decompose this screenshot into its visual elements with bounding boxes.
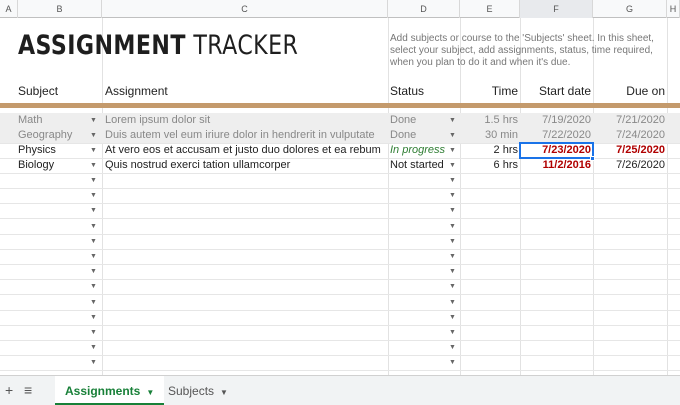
dropdown-arrow-icon[interactable]: ▼ [90, 143, 97, 158]
dropdown-arrow-icon[interactable]: ▼ [90, 249, 97, 264]
due-date-cell[interactable]: 7/21/2020 [595, 113, 665, 128]
empty-row[interactable]: ▼▼ [0, 325, 680, 341]
empty-row[interactable]: ▼▼ [0, 173, 680, 189]
start-date-cell[interactable]: 7/22/2020 [522, 128, 591, 143]
selected-cell-outline [519, 142, 594, 159]
all-sheets-icon[interactable]: ≡ [24, 382, 32, 398]
dropdown-arrow-icon[interactable]: ▼ [90, 264, 97, 279]
due-date-cell[interactable]: 7/25/2020 [595, 143, 665, 158]
time-cell[interactable]: 6 hrs [462, 158, 518, 173]
sheet-tab-bar: + ≡ Assignments ▼ Subjects ▼ [0, 375, 680, 405]
table-row[interactable]: Biology ▼ Quis nostrud exerci tation ull… [0, 158, 680, 174]
header-status: Status [390, 84, 425, 98]
empty-row[interactable]: ▼▼ [0, 310, 680, 326]
column-header-a[interactable]: A [0, 0, 18, 18]
dropdown-arrow-icon[interactable]: ▼ [90, 310, 97, 325]
dropdown-arrow-icon[interactable]: ▼ [449, 355, 456, 370]
tab-subjects[interactable]: Subjects ▼ [158, 376, 238, 405]
header-start-date: Start date [538, 84, 591, 98]
header-assignment: Assignment [105, 84, 168, 98]
dropdown-arrow-icon[interactable]: ▼ [449, 203, 456, 218]
dropdown-arrow-icon[interactable]: ▼ [90, 279, 97, 294]
dropdown-arrow-icon[interactable]: ▼ [90, 355, 97, 370]
header-due-on: Due on [626, 84, 665, 98]
empty-row[interactable]: ▼▼ [0, 355, 680, 372]
dropdown-arrow-icon[interactable]: ▼ [449, 188, 456, 203]
chevron-down-icon: ▼ [146, 388, 155, 397]
empty-row[interactable]: ▼▼ [0, 203, 680, 220]
column-header-f[interactable]: F [520, 0, 593, 18]
dropdown-arrow-icon[interactable]: ▼ [90, 234, 97, 249]
dropdown-arrow-icon[interactable]: ▼ [90, 203, 97, 218]
subject-cell[interactable]: Geography [18, 128, 88, 143]
header-subject: Subject [18, 84, 59, 98]
status-cell[interactable]: Done [390, 113, 445, 128]
empty-row[interactable]: ▼▼ [0, 264, 680, 281]
dropdown-arrow-icon[interactable]: ▼ [449, 113, 456, 128]
dropdown-arrow-icon[interactable]: ▼ [90, 340, 97, 355]
add-sheet-icon[interactable]: + [5, 382, 13, 398]
subject-cell[interactable]: Math [18, 113, 88, 128]
empty-row[interactable]: ▼▼ [0, 234, 680, 250]
chevron-down-icon: ▼ [220, 388, 228, 397]
subject-cell[interactable]: Biology [18, 158, 88, 173]
start-date-cell[interactable]: 11/2/2016 [522, 158, 591, 173]
column-header-d[interactable]: D [388, 0, 460, 18]
instructions-text: Add subjects or course to the 'Subjects'… [390, 33, 654, 68]
dropdown-arrow-icon[interactable]: ▼ [449, 173, 456, 188]
dropdown-arrow-icon[interactable]: ▼ [449, 279, 456, 294]
dropdown-arrow-icon[interactable]: ▼ [90, 128, 97, 143]
time-cell[interactable]: 2 hrs [462, 143, 518, 158]
status-cell[interactable]: In progress [390, 143, 445, 158]
dropdown-arrow-icon[interactable]: ▼ [449, 264, 456, 279]
assignment-cell[interactable]: At vero eos et accusam et justo duo dolo… [105, 143, 385, 158]
header-divider [0, 103, 680, 108]
column-header-h[interactable]: H [667, 0, 680, 18]
dropdown-arrow-icon[interactable]: ▼ [90, 295, 97, 310]
tab-assignments[interactable]: Assignments ▼ [55, 376, 165, 405]
dropdown-arrow-icon[interactable]: ▼ [90, 113, 97, 128]
empty-row[interactable]: ▼▼ [0, 249, 680, 265]
empty-row[interactable]: ▼▼ [0, 188, 680, 205]
empty-row[interactable]: ▼▼ [0, 219, 680, 235]
dropdown-arrow-icon[interactable]: ▼ [449, 340, 456, 355]
dropdown-arrow-icon[interactable]: ▼ [90, 188, 97, 203]
start-date-cell[interactable]: 7/19/2020 [522, 113, 591, 128]
dropdown-arrow-icon[interactable]: ▼ [90, 158, 97, 173]
empty-row[interactable]: ▼▼ [0, 295, 680, 311]
due-date-cell[interactable]: 7/24/2020 [595, 128, 665, 143]
dropdown-arrow-icon[interactable]: ▼ [90, 325, 97, 340]
dropdown-arrow-icon[interactable]: ▼ [449, 158, 456, 173]
column-header-c[interactable]: C [102, 0, 388, 18]
status-cell[interactable]: Done [390, 128, 445, 143]
table-row[interactable]: Math ▼ Lorem ipsum dolor sit Done ▼ 1.5 … [0, 113, 680, 129]
empty-row[interactable]: ▼▼ [0, 279, 680, 296]
column-header-g[interactable]: G [593, 0, 667, 18]
time-cell[interactable]: 1.5 hrs [462, 113, 518, 128]
column-header-e[interactable]: E [460, 0, 520, 18]
dropdown-arrow-icon[interactable]: ▼ [449, 143, 456, 158]
dropdown-arrow-icon[interactable]: ▼ [449, 128, 456, 143]
assignment-cell[interactable]: Duis autem vel eum iriure dolor in hendr… [105, 128, 385, 143]
subject-cell[interactable]: Physics [18, 143, 88, 158]
dropdown-arrow-icon[interactable]: ▼ [449, 249, 456, 264]
column-header-bar: A B C D E F G H [0, 0, 680, 18]
header-time: Time [491, 84, 518, 98]
dropdown-arrow-icon[interactable]: ▼ [90, 173, 97, 188]
due-date-cell[interactable]: 7/26/2020 [595, 158, 665, 173]
dropdown-arrow-icon[interactable]: ▼ [449, 310, 456, 325]
dropdown-arrow-icon[interactable]: ▼ [449, 219, 456, 234]
dropdown-arrow-icon[interactable]: ▼ [90, 219, 97, 234]
assignment-cell[interactable]: Quis nostrud exerci tation ullamcorper [105, 158, 385, 173]
status-cell[interactable]: Not started [390, 158, 448, 173]
column-header-b[interactable]: B [18, 0, 102, 18]
dropdown-arrow-icon[interactable]: ▼ [449, 295, 456, 310]
dropdown-arrow-icon[interactable]: ▼ [449, 234, 456, 249]
page-title: ASSIGNMENT TRACKER [18, 30, 299, 61]
dropdown-arrow-icon[interactable]: ▼ [449, 325, 456, 340]
empty-row[interactable]: ▼▼ [0, 340, 680, 357]
time-cell[interactable]: 30 min [462, 128, 518, 143]
assignment-cell[interactable]: Lorem ipsum dolor sit [105, 113, 385, 128]
